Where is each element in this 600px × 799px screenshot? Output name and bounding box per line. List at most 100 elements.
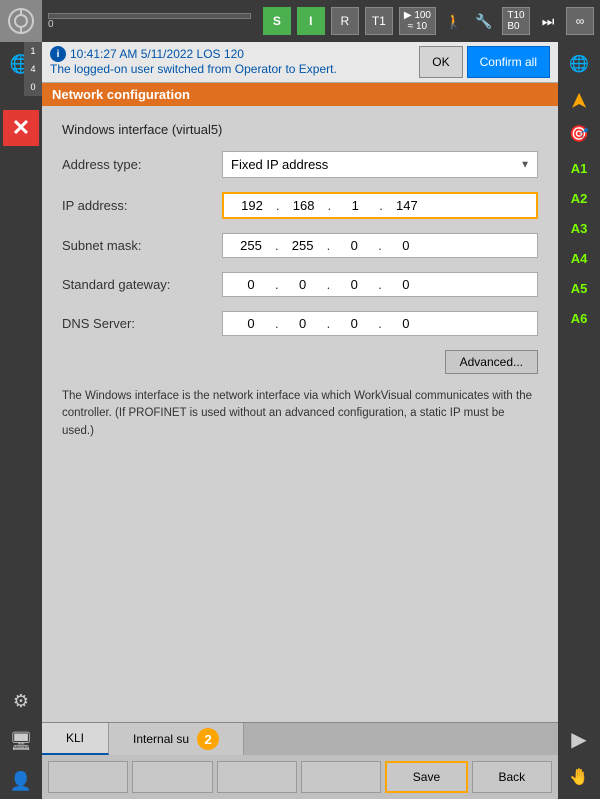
dns-octet-1[interactable] — [231, 316, 271, 331]
btn-speed[interactable]: ▶ 100≈ 10 — [399, 7, 436, 35]
subnet-octet-2[interactable] — [283, 238, 323, 253]
right-label-a3[interactable]: A3 — [561, 214, 597, 242]
ip-address-control: . . . — [222, 192, 538, 219]
ip-octet-1[interactable] — [232, 198, 272, 213]
advanced-row: Advanced... — [62, 350, 538, 374]
gateway-octet-4[interactable] — [386, 277, 426, 292]
subnet-mask-group: . . . — [222, 233, 538, 258]
dns-octet-3[interactable] — [334, 316, 374, 331]
address-type-select[interactable]: Fixed IP address — [222, 151, 538, 178]
subnet-mask-label: Subnet mask: — [62, 238, 222, 253]
tab-kli-label: KLI — [66, 731, 84, 745]
save-button[interactable]: Save — [385, 761, 467, 793]
subnet-dot-3: . — [378, 238, 382, 253]
advanced-button[interactable]: Advanced... — [445, 350, 538, 374]
tab-kli[interactable]: KLI — [42, 723, 109, 755]
right-label-a5[interactable]: A5 — [561, 274, 597, 302]
toolbar-logo — [0, 0, 42, 42]
hand-icon[interactable]: 🤚 — [561, 759, 597, 795]
play-right-icon[interactable]: ▶ — [561, 721, 597, 757]
notification-message: The logged-on user switched from Operato… — [50, 62, 411, 76]
right-label-a2[interactable]: A2 — [561, 184, 597, 212]
back-button[interactable]: Back — [472, 761, 552, 793]
info-text: The Windows interface is the network int… — [62, 388, 538, 440]
ip-octet-2[interactable] — [284, 198, 324, 213]
btn-r[interactable]: R — [331, 7, 359, 35]
right-label-a4[interactable]: A4 — [561, 244, 597, 272]
subnet-octet-4[interactable] — [386, 238, 426, 253]
ip-address-label: IP address: — [62, 198, 222, 213]
bottom-area: KLI Internal su 2 Save Back — [42, 722, 558, 799]
gateway-group: . . . — [222, 272, 538, 297]
bottom-btn-2[interactable] — [132, 761, 212, 793]
ip-octet-3[interactable] — [335, 198, 375, 213]
network-panel: Network configuration Windows interface … — [42, 83, 558, 722]
tab-spacer — [244, 723, 558, 755]
tool-icon: 🔧 — [470, 7, 498, 35]
ip-address-row: IP address: . . . — [62, 192, 538, 219]
bottom-btn-3[interactable] — [217, 761, 297, 793]
bottom-btn-1[interactable] — [48, 761, 128, 793]
subnet-mask-row: Subnet mask: . . . — [62, 233, 538, 258]
settings-icon[interactable]: ⚙ — [3, 683, 39, 719]
address-type-label: Address type: — [62, 157, 222, 172]
gateway-row: Standard gateway: . . . — [62, 272, 538, 297]
gateway-control: . . . — [222, 272, 538, 297]
right-label-a1[interactable]: A1 — [561, 154, 597, 182]
address-type-control: Fixed IP address — [222, 151, 538, 178]
btn-t10[interactable]: T10B0 — [502, 7, 530, 35]
sidebar-num-0: 0 — [24, 78, 42, 96]
target-icon[interactable]: 🎯 — [561, 116, 597, 152]
btn-s[interactable]: S — [263, 7, 291, 35]
right-label-a6[interactable]: A6 — [561, 304, 597, 332]
top-toolbar: 0 S I R T1 ▶ 100≈ 10 🚶 🔧 T10B0 ⏭ ∞ — [0, 0, 600, 42]
btn-infinity[interactable]: ∞ — [566, 7, 594, 35]
monitor-icon[interactable]: 🖥 — [3, 723, 39, 759]
dns-octet-4[interactable] — [386, 316, 426, 331]
notification-time: 10:41:27 AM 5/11/2022 LOS 120 — [70, 47, 244, 61]
gateway-dot-2: . — [327, 277, 331, 292]
address-type-row: Address type: Fixed IP address — [62, 151, 538, 178]
ip-dot-3: . — [379, 198, 383, 213]
tab-internal-label: Internal su — [133, 732, 189, 746]
gateway-octet-2[interactable] — [283, 277, 323, 292]
notification-content: i 10:41:27 AM 5/11/2022 LOS 120 The logg… — [50, 46, 411, 76]
dns-dot-1: . — [275, 316, 279, 331]
btn-t1[interactable]: T1 — [365, 7, 393, 35]
bottom-btn-4[interactable] — [301, 761, 381, 793]
ok-button[interactable]: OK — [419, 46, 462, 78]
close-button[interactable]: ✕ — [3, 110, 39, 146]
info-icon: i — [50, 46, 66, 62]
progress-value: 0 — [48, 19, 251, 30]
bottom-buttons: Save Back — [42, 755, 558, 799]
tab-badge: 2 — [197, 728, 219, 750]
confirm-all-button[interactable]: Confirm all — [467, 46, 550, 78]
ip-octet-4[interactable] — [387, 198, 427, 213]
ip-dot-1: . — [276, 198, 280, 213]
center-content: i 10:41:27 AM 5/11/2022 LOS 120 The logg… — [42, 42, 558, 799]
sidebar-num-1: 1 — [24, 42, 42, 60]
left-sidebar: 🌐 1 4 0 ✕ ⚙ 🖥 👤 — [0, 42, 42, 799]
walk-icon: 🚶 — [440, 7, 468, 35]
panel-body: Windows interface (virtual5) Address typ… — [42, 106, 558, 722]
gateway-dot-3: . — [378, 277, 382, 292]
dns-octet-2[interactable] — [283, 316, 323, 331]
dns-row: DNS Server: . . . — [62, 311, 538, 336]
btn-i[interactable]: I — [297, 7, 325, 35]
gateway-dot-1: . — [275, 277, 279, 292]
notification-bar: i 10:41:27 AM 5/11/2022 LOS 120 The logg… — [42, 42, 558, 83]
subnet-dot-1: . — [275, 238, 279, 253]
person-icon[interactable]: 👤 — [3, 763, 39, 799]
dns-dot-2: . — [327, 316, 331, 331]
gateway-octet-1[interactable] — [231, 277, 271, 292]
subnet-dot-2: . — [327, 238, 331, 253]
gateway-octet-3[interactable] — [334, 277, 374, 292]
notification-buttons: OK Confirm all — [419, 46, 550, 78]
subnet-octet-3[interactable] — [334, 238, 374, 253]
orange-arrow-icon[interactable]: ➤ — [566, 92, 592, 110]
panel-title: Network configuration — [42, 83, 558, 106]
main-area: 🌐 1 4 0 ✕ ⚙ 🖥 👤 i 10:41:27 AM 5/11/2022 … — [0, 42, 600, 799]
subnet-octet-1[interactable] — [231, 238, 271, 253]
globe-right-icon[interactable]: 🌐 — [561, 46, 597, 82]
tab-internal[interactable]: Internal su 2 — [109, 723, 244, 755]
